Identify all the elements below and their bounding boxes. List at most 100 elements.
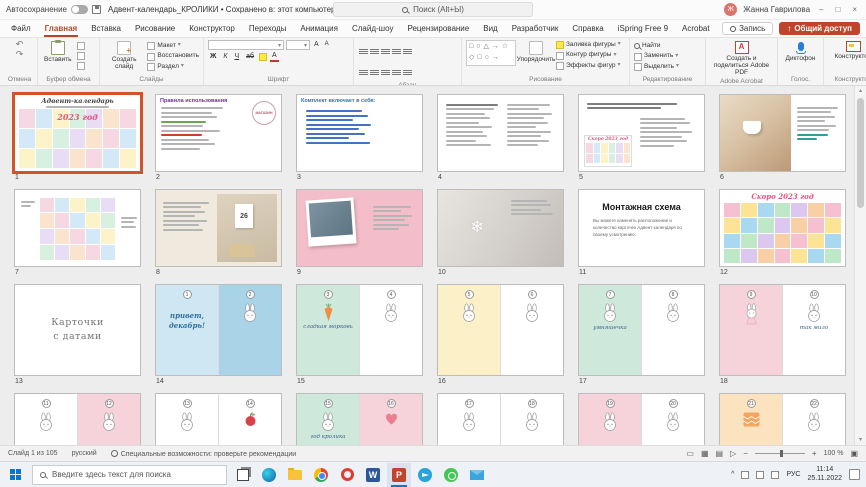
replace-button[interactable]: Заменить▾ — [634, 52, 678, 60]
copy-icon[interactable] — [77, 52, 85, 60]
zoom-out-icon[interactable]: − — [743, 449, 748, 458]
whatsapp-icon[interactable] — [439, 463, 463, 487]
shapes-gallery[interactable]: □○△→☆◇□○→ — [466, 40, 516, 66]
search-box[interactable]: Поиск (Alt+Ы) — [333, 2, 533, 17]
shape-outline-button[interactable]: Контур фигуры▾ — [556, 51, 621, 59]
font-name-select[interactable]: ▾ — [208, 40, 284, 50]
tab-Вставка[interactable]: Вставка — [84, 21, 128, 36]
redo-icon[interactable]: ↷ — [16, 50, 24, 60]
columns-icon[interactable] — [403, 69, 412, 76]
designer-button[interactable]: Конструктор — [832, 40, 866, 61]
highlight-color-icon[interactable] — [259, 53, 267, 61]
slideshow-icon[interactable]: ▷ — [730, 449, 736, 458]
slide-thumbnail-14[interactable]: 1привет, декабрь!2 — [155, 284, 282, 376]
zoom-slider[interactable] — [755, 453, 805, 454]
shape-effects-button[interactable]: Эффекты фигур▾ — [556, 62, 621, 70]
record-button[interactable]: Запись — [722, 22, 773, 35]
chrome-icon[interactable] — [309, 463, 333, 487]
autosave-toggle[interactable] — [71, 5, 88, 14]
slide-thumbnail-8[interactable]: 26 — [155, 189, 282, 267]
numbering-icon[interactable] — [370, 48, 379, 55]
slide-thumbnail-22[interactable]: 1718 — [437, 393, 564, 445]
find-button[interactable]: Найти — [634, 42, 661, 50]
tab-Конструктор[interactable]: Конструктор — [182, 21, 242, 36]
share-button[interactable]: ↑ Общий доступ — [779, 22, 860, 35]
slide-thumbnail-21[interactable]: 15год кролика16 — [296, 393, 423, 445]
language-switch[interactable]: РУС — [786, 471, 800, 478]
tab-Справка[interactable]: Справка — [565, 21, 610, 36]
tab-Слайд-шоу[interactable]: Слайд-шоу — [345, 21, 400, 36]
slide-thumbnail-19[interactable]: 1112 — [14, 393, 141, 445]
format-painter-icon[interactable] — [77, 62, 85, 70]
reading-view-icon[interactable]: ▤ — [716, 449, 724, 458]
onedrive-icon[interactable] — [741, 471, 749, 479]
slide-thumbnail-4[interactable] — [437, 94, 564, 172]
slide-thumbnail-9[interactable] — [296, 189, 423, 267]
create-pdf-button[interactable]: A Создать и поделиться Adobe PDF — [711, 40, 773, 77]
vertical-scrollbar[interactable]: ▴ ▾ — [854, 86, 866, 445]
scrollbar-thumb[interactable] — [857, 98, 864, 208]
paste-button[interactable]: Вставить — [42, 40, 74, 64]
tab-Рецензирование[interactable]: Рецензирование — [400, 21, 476, 36]
tab-Рисование[interactable]: Рисование — [128, 21, 182, 36]
tab-Переходы[interactable]: Переходы — [242, 21, 294, 36]
decrease-font-icon[interactable]: А — [323, 41, 331, 48]
reset-button[interactable]: Восстановить — [147, 52, 199, 60]
close-button[interactable]: × — [849, 5, 860, 14]
dictate-button[interactable]: Диктофон — [783, 40, 817, 63]
tab-Разработчик[interactable]: Разработчик — [505, 21, 566, 36]
slide-thumbnail-23[interactable]: 1920 — [578, 393, 705, 445]
shape-fill-button[interactable]: Заливка фигуры▾ — [556, 41, 621, 49]
slide-thumbnail-12[interactable]: Скоро 2023 год — [719, 189, 846, 267]
font-size-select[interactable]: ▾ — [286, 40, 310, 50]
slide-thumbnail-13[interactable]: Карточки с датами — [14, 284, 141, 376]
slide-thumbnail-17[interactable]: 7умняшечка8 — [578, 284, 705, 376]
normal-view-icon[interactable]: ▭ — [686, 449, 694, 458]
slide-thumbnail-5[interactable]: Скоро 2023 год — [578, 94, 705, 172]
underline-button[interactable]: Ч — [232, 53, 241, 61]
cut-icon[interactable] — [77, 42, 85, 50]
scroll-up-icon[interactable]: ▴ — [855, 86, 866, 96]
strikethrough-button[interactable]: аб — [244, 53, 256, 61]
network-icon[interactable] — [756, 471, 764, 479]
bullets-icon[interactable] — [359, 48, 368, 55]
align-right-icon[interactable] — [381, 69, 390, 76]
explorer-icon[interactable] — [283, 463, 307, 487]
clock[interactable]: 11:1425.11.2022 — [807, 466, 842, 484]
tab-Главная[interactable]: Главная — [38, 21, 85, 36]
zoom-slider-thumb[interactable] — [780, 450, 783, 457]
line-spacing-icon[interactable] — [403, 48, 412, 55]
align-center-icon[interactable] — [370, 69, 379, 76]
decrease-indent-icon[interactable] — [381, 48, 390, 55]
language-indicator[interactable]: русский — [72, 450, 97, 457]
telegram-icon[interactable] — [413, 463, 437, 487]
scroll-down-icon[interactable]: ▾ — [855, 435, 866, 445]
tab-Файл[interactable]: Файл — [4, 21, 38, 36]
slide-thumbnail-15[interactable]: 3сладкая морковь4 — [296, 284, 423, 376]
slide-thumbnail-18[interactable]: 910так мило — [719, 284, 846, 376]
notification-center-icon[interactable] — [849, 469, 860, 480]
slide-thumbnail-24[interactable]: 2122 — [719, 393, 846, 445]
slide-thumbnail-2[interactable]: Правила использованияМАГАЗИН — [155, 94, 282, 172]
tab-Вид[interactable]: Вид — [476, 21, 504, 36]
italic-button[interactable]: К — [221, 53, 229, 61]
maximize-button[interactable]: □ — [832, 5, 843, 14]
save-icon[interactable] — [92, 5, 101, 14]
slide-thumbnail-16[interactable]: 56 — [437, 284, 564, 376]
edge-icon[interactable] — [257, 463, 281, 487]
task-view-icon[interactable] — [231, 463, 255, 487]
avatar[interactable]: Ж — [724, 3, 737, 16]
volume-icon[interactable] — [771, 471, 779, 479]
tab-Acrobat[interactable]: Acrobat — [675, 21, 717, 36]
slide-thumbnail-3[interactable]: Комплект включает в себя: — [296, 94, 423, 172]
section-button[interactable]: Раздел▾ — [147, 63, 199, 71]
minimize-button[interactable]: – — [816, 5, 826, 14]
taskbar-search[interactable]: Введите здесь текст для поиска — [32, 465, 227, 485]
accessibility-status[interactable]: Специальные возможности: проверьте реком… — [111, 450, 297, 458]
tab-Анимация[interactable]: Анимация — [293, 21, 345, 36]
slide-thumbnail-10[interactable]: ❄ — [437, 189, 564, 267]
powerpoint-icon[interactable]: P — [387, 463, 411, 487]
justify-icon[interactable] — [392, 69, 401, 76]
opera-icon[interactable] — [335, 463, 359, 487]
word-icon[interactable]: W — [361, 463, 385, 487]
